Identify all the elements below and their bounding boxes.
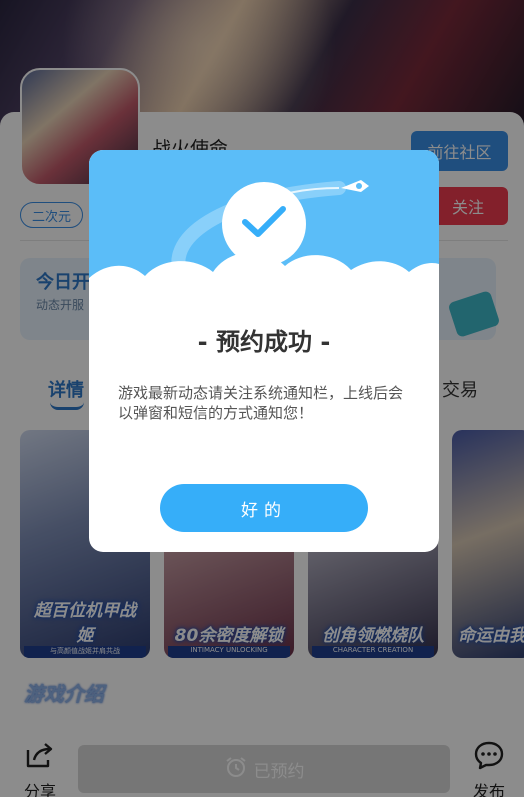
dialog-message: 游戏最新动态请关注系统通知栏，上线后会以弹窗和短信的方式通知您！ bbox=[118, 384, 404, 422]
checkmark-circle bbox=[222, 182, 306, 266]
dialog-title: - 预约成功 - bbox=[197, 328, 331, 356]
reservation-success-dialog: - 预约成功 - 游戏最新动态请关注系统通知栏，上线后会以弹窗和短信的方式通知您… bbox=[89, 150, 439, 552]
checkmark-icon bbox=[241, 204, 287, 244]
ok-button[interactable]: 好的 bbox=[160, 484, 368, 532]
